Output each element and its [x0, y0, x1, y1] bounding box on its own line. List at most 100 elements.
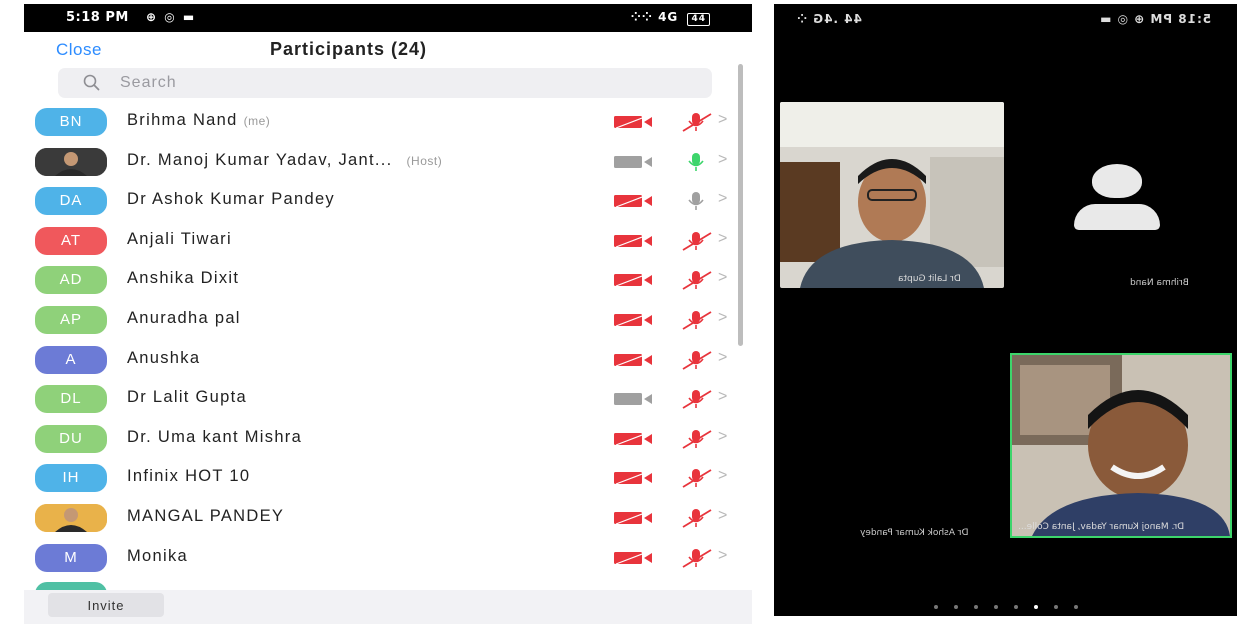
video-off-icon — [614, 471, 652, 485]
mic-muted-icon — [682, 390, 712, 409]
participant-name: Anushka — [127, 349, 200, 368]
screenshot-canvas: 5:18 PM ⊕ ◎ ▬ ⁘⁘ 4G 44 Close Participant… — [0, 0, 1246, 624]
avatar: AT — [35, 226, 107, 255]
participant-tag: (me) — [243, 114, 271, 128]
participants-screen: 5:18 PM ⊕ ◎ ▬ ⁘⁘ 4G 44 Close Participant… — [24, 4, 752, 624]
participant-name-text: Dr Ashok Kumar Pandey — [127, 190, 335, 209]
other-tile-name: Dr Ashok Kumar Pandey — [860, 528, 969, 538]
network-type: 4G — [658, 10, 679, 24]
mirrored-status-left: 44 .4G ⁘ — [796, 12, 862, 26]
participant-row[interactable]: DU Dr. Uma kant Mishra > — [24, 419, 752, 458]
page-dot[interactable] — [933, 605, 938, 609]
video-off-icon — [614, 550, 652, 565]
tile-name-label: Dr Lalit Gupta — [898, 274, 961, 284]
participant-name-text: Anshika Dixit — [127, 269, 240, 288]
participants-header: Close Participants (24) — [24, 32, 752, 66]
participant-row[interactable]: AP Anuradha pal > — [24, 300, 752, 339]
participant-name: Brihma Nand (me) — [127, 111, 270, 130]
avatar: AD — [35, 266, 107, 295]
video-on-icon — [614, 393, 652, 406]
participant-name-text: MANGAL PANDEY — [127, 507, 285, 525]
avatar — [35, 504, 107, 532]
avatar-body-icon — [1074, 204, 1160, 230]
avatar: AP — [35, 306, 107, 334]
participants-footer: Invite — [24, 590, 752, 624]
participant-row[interactable]: IH Infinix HOT 10 > — [24, 458, 752, 497]
page-dot[interactable] — [973, 605, 978, 609]
search-bar[interactable] — [58, 68, 712, 98]
mirrored-status-right: 5:18 PM ⊕ ◎ ▬ — [1098, 12, 1211, 26]
chevron-right-icon[interactable]: > — [718, 309, 727, 327]
active-speaker-tile[interactable]: Dr. Manoj Kumar Yadav, Janta Colle... — [1010, 353, 1232, 538]
participant-name-text: Anuradha pal — [127, 309, 241, 327]
participant-name-text: Dr Lalit Gupta — [127, 388, 247, 407]
chevron-right-icon[interactable]: > — [718, 507, 727, 525]
video-off-icon — [614, 115, 652, 129]
mic-muted-icon — [682, 311, 712, 330]
page-dot[interactable] — [1053, 605, 1058, 609]
chevron-right-icon[interactable]: > — [718, 269, 727, 287]
participant-row[interactable]: AT Anjali Tiwari > — [24, 221, 752, 260]
participant-tag: (Host) — [406, 153, 443, 168]
mic-muted-icon — [682, 509, 712, 528]
signal-icon: ⁘⁘ — [630, 10, 653, 24]
invite-button[interactable]: Invite — [48, 593, 164, 617]
participant-name-text: Anushka — [127, 348, 201, 367]
chevron-right-icon[interactable]: > — [718, 230, 727, 248]
participant-name: Dr. Manoj Kumar Yadav, Jant... (Host) — [127, 151, 442, 170]
page-title: Participants (24) — [270, 39, 428, 59]
mic-muted-icon — [682, 350, 712, 370]
participant-row[interactable]: AD Anshika Dixit > — [24, 260, 752, 299]
page-dot[interactable] — [1073, 605, 1078, 609]
video-off-icon — [614, 431, 652, 446]
avatar-head-icon — [1092, 164, 1142, 198]
avatar: DU — [35, 424, 107, 453]
participant-row[interactable]: DL Dr Lalit Gupta > — [24, 379, 752, 418]
avatar: DA — [35, 187, 107, 216]
participant-name: Dr Lalit Gupta — [127, 388, 247, 407]
participant-name-text: Dr. Uma kant Mishra — [127, 427, 303, 446]
participant-name-text: Monika — [127, 546, 188, 565]
chevron-right-icon[interactable]: > — [718, 388, 727, 406]
chevron-right-icon[interactable]: > — [718, 111, 727, 129]
mic-muted-icon — [682, 231, 712, 251]
mic-icon — [688, 192, 704, 211]
chevron-right-icon[interactable]: > — [718, 151, 727, 169]
participant-row[interactable]: BN Brihma Nand (me) > — [24, 102, 752, 141]
chevron-right-icon[interactable]: > — [718, 190, 727, 208]
participant-row[interactable]: DA Dr Ashok Kumar Pandey > — [24, 181, 752, 220]
chevron-right-icon[interactable]: > — [718, 547, 727, 565]
status-bar: 5:18 PM ⊕ ◎ ▬ ⁘⁘ 4G 44 — [24, 4, 752, 32]
video-gallery-screen: 44 .4G ⁘ 5:18 PM ⊕ ◎ ▬ Dr Lalit Gupta Br… — [774, 4, 1237, 616]
search-input[interactable] — [120, 68, 680, 98]
video-off-icon — [614, 233, 652, 248]
participant-row[interactable]: Dr. Manoj Kumar Yadav, Jant... (Host) > — [24, 142, 752, 181]
mic-icon — [688, 152, 704, 171]
status-time: 5:18 PM — [66, 10, 129, 25]
page-dot[interactable] — [993, 605, 998, 609]
video-tile-lalit[interactable]: Dr Lalit Gupta — [780, 102, 1004, 288]
video-off-icon — [614, 273, 652, 287]
participant-row[interactable]: A Anushka > — [24, 340, 752, 379]
speaker-name-label: Dr. Manoj Kumar Yadav, Janta Colle... — [1018, 522, 1185, 532]
chevron-right-icon[interactable]: > — [718, 349, 727, 367]
mirrored-status-bar: 44 .4G ⁘ 5:18 PM ⊕ ◎ ▬ — [774, 4, 1237, 32]
page-dot[interactable] — [953, 605, 958, 609]
participant-video-manoj — [1012, 355, 1230, 536]
participant-row[interactable]: M Monika > — [24, 538, 752, 577]
page-dot[interactable] — [1033, 605, 1038, 609]
page-indicator[interactable] — [774, 594, 1237, 609]
avatar: BN — [35, 108, 107, 136]
video-on-icon — [614, 155, 652, 168]
participant-name: Anjali Tiwari — [127, 230, 232, 249]
participant-name: Monika — [127, 547, 188, 566]
participant-name: Dr. Uma kant Mishra — [127, 428, 302, 447]
chevron-right-icon[interactable]: > — [718, 428, 727, 446]
chevron-right-icon[interactable]: > — [718, 467, 727, 485]
page-dot[interactable] — [1013, 605, 1018, 609]
participant-row[interactable]: MANGAL PANDEY > — [24, 498, 752, 537]
close-button[interactable]: Close — [56, 40, 102, 60]
avatar: DL — [35, 385, 107, 414]
search-icon — [83, 74, 100, 91]
avatar — [35, 147, 107, 176]
